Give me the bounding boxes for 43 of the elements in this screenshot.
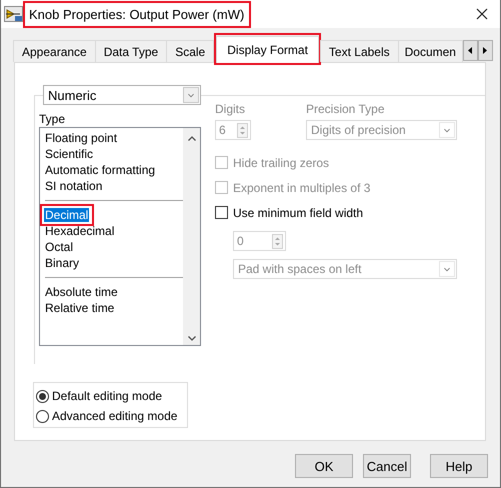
chevron-icon — [183, 87, 199, 103]
checkbox-label: Exponent in multiples of 3 — [233, 180, 370, 194]
tab[interactable]: Appearance — [13, 40, 96, 62]
list-item[interactable]: SI notation — [44, 179, 104, 193]
precision-type-label: Precision Type — [306, 101, 386, 117]
checkbox-label: Hide trailing zeros — [233, 156, 330, 170]
list-item[interactable]: Floating point — [44, 131, 118, 145]
digits-label: Digits — [215, 101, 246, 117]
tab[interactable]: Documen — [398, 40, 463, 62]
radio-button[interactable] — [36, 410, 49, 422]
scroll-right-button[interactable] — [478, 40, 493, 61]
list-item[interactable]: Hexadecimal — [44, 224, 116, 238]
chevron-icon — [439, 122, 455, 138]
list-item[interactable]: Absolute time — [44, 285, 119, 299]
chevron-icon — [439, 261, 455, 277]
scroll-left-button[interactable] — [462, 40, 478, 61]
list-item[interactable]: Octal — [44, 240, 74, 254]
spinner-icon — [272, 234, 283, 248]
tab[interactable]: Text Labels — [320, 40, 399, 62]
spinner-icon — [237, 122, 248, 138]
checkbox[interactable] — [215, 206, 228, 219]
radio-label: Default editing mode — [52, 389, 162, 403]
close-icon — [476, 8, 488, 20]
format-dropdown[interactable]: Numeric — [43, 85, 201, 105]
type-list[interactable]: Floating point Scientific Automatic formatting SI notation Decimal Hexadecimal Octal Binary Absolute time Relative time — [39, 127, 201, 346]
radio-button[interactable] — [36, 390, 49, 402]
list-item[interactable]: Binary — [44, 256, 80, 270]
tab[interactable]: Display Format — [216, 36, 319, 63]
right-arrow-icon — [483, 47, 488, 54]
scrollbar[interactable] — [183, 128, 200, 345]
window-title: Knob Properties: Output Power (mW) — [29, 6, 244, 22]
dialog-button[interactable]: Cancel — [363, 454, 411, 478]
tab[interactable]: Scale — [166, 40, 214, 62]
dialog-button[interactable]: OK — [295, 454, 353, 478]
list-item[interactable]: Automatic formatting — [44, 163, 156, 177]
list-item[interactable]: Scientific — [44, 147, 94, 161]
left-arrow-icon — [468, 47, 472, 54]
radio-label: Advanced editing mode — [52, 409, 178, 423]
dialog-button[interactable]: Help — [430, 454, 488, 478]
app-icon — [4, 6, 23, 22]
type-label: Type — [39, 111, 66, 127]
checkbox-label: Use minimum field width — [233, 206, 364, 220]
list-item[interactable]: Relative time — [44, 301, 116, 315]
